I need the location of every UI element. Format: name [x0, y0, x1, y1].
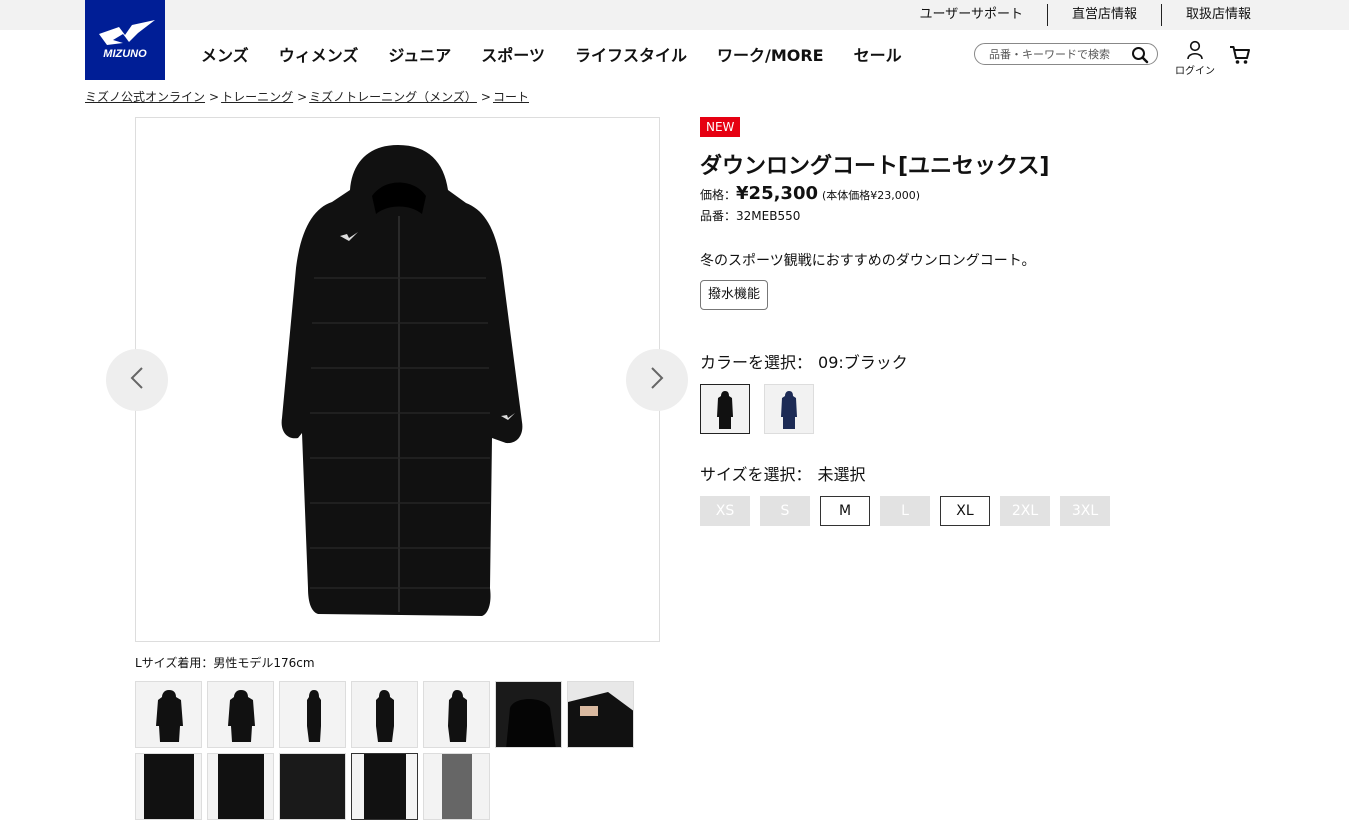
breadcrumb-training[interactable]: トレーニング: [221, 90, 293, 104]
size-3xl[interactable]: 3XL: [1060, 496, 1110, 526]
search-input[interactable]: [989, 46, 1124, 62]
breadcrumb-home[interactable]: ミズノ公式オンライン: [85, 90, 205, 104]
thumbnail-2[interactable]: [207, 681, 274, 748]
nav-work-more[interactable]: ワーク/MORE: [702, 42, 839, 66]
color-label: カラーを選択：: [700, 353, 813, 372]
breadcrumb-coat[interactable]: コート: [493, 90, 529, 104]
thumbnail-10[interactable]: [279, 753, 346, 820]
search-icon[interactable]: [1131, 46, 1149, 68]
login-button[interactable]: ログイン: [1174, 40, 1216, 77]
main-product-image[interactable]: [135, 117, 660, 642]
thumbnail-1[interactable]: [135, 681, 202, 748]
breadcrumb: ミズノ公式オンライン > トレーニング > ミズノトレーニング（メンズ） > コート: [85, 90, 529, 104]
new-badge: NEW: [700, 117, 741, 137]
model-size-caption: Lサイズ着用：男性モデル176cm: [135, 656, 315, 670]
thumbnail-7[interactable]: [567, 681, 634, 748]
main-nav: メンズ ウィメンズ ジュニア スポーツ ライフスタイル ワーク/MORE セール: [186, 40, 917, 68]
thumbnail-6[interactable]: [495, 681, 562, 748]
breadcrumb-mizuno-training-mens[interactable]: ミズノトレーニング（メンズ）: [309, 90, 477, 104]
price-before-tax: (本体価格¥23,000): [822, 189, 921, 202]
price-label: 価格：: [700, 188, 737, 202]
selected-size: 未選択: [817, 465, 866, 484]
size-selector-label: サイズを選択： 未選択: [700, 461, 866, 485]
feature-tag[interactable]: 撥水機能: [700, 280, 769, 310]
login-label: ログイン: [1175, 66, 1215, 77]
size-2xl[interactable]: 2XL: [1000, 496, 1050, 526]
chevron-left-icon: [129, 366, 145, 394]
nav-sports[interactable]: スポーツ: [466, 42, 560, 66]
size-m[interactable]: M: [820, 496, 870, 526]
search-box: [974, 43, 1158, 65]
nav-lifestyle[interactable]: ライフスタイル: [560, 42, 702, 66]
color-swatch-navy[interactable]: [764, 384, 814, 434]
utility-links: ユーザーサポート 直営店情報 取扱店情報: [895, 0, 1251, 30]
size-options: XS S M L XL 2XL 3XL: [700, 496, 1120, 526]
svg-text:MIZUNO: MIZUNO: [103, 48, 147, 60]
thumbnail-5[interactable]: [423, 681, 490, 748]
product-sku: 品番：32MEB550: [700, 209, 801, 223]
retailer-link[interactable]: 取扱店情報: [1160, 4, 1251, 26]
thumbnail-3[interactable]: [279, 681, 346, 748]
thumbnail-9[interactable]: [207, 753, 274, 820]
price-block: 価格：¥25,300 (本体価格¥23,000): [700, 183, 920, 204]
down-coat-image: [281, 145, 523, 616]
nav-womens[interactable]: ウィメンズ: [264, 42, 374, 66]
thumbnail-12[interactable]: [423, 753, 490, 820]
nav-junior[interactable]: ジュニア: [373, 42, 466, 66]
product-title: ダウンロングコート[ユニセックス]: [700, 154, 1050, 179]
thumbnail-4[interactable]: [351, 681, 418, 748]
size-xs[interactable]: XS: [700, 496, 750, 526]
nav-sale[interactable]: セール: [839, 42, 917, 66]
price-value: ¥25,300: [736, 183, 818, 204]
size-l[interactable]: L: [880, 496, 930, 526]
selected-color: 09:ブラック: [818, 353, 908, 372]
prev-image-button[interactable]: [106, 349, 168, 411]
size-s[interactable]: S: [760, 496, 810, 526]
direct-store-link[interactable]: 直営店情報: [1046, 4, 1161, 26]
cart-icon: [1229, 46, 1251, 69]
color-selector-label: カラーを選択： 09:ブラック: [700, 349, 908, 373]
mizuno-logo[interactable]: MIZUNO: [85, 0, 165, 80]
chevron-right-icon: [649, 366, 665, 394]
size-xl[interactable]: XL: [940, 496, 990, 526]
thumbnail-11[interactable]: [351, 753, 418, 820]
color-swatch-black[interactable]: [700, 384, 750, 434]
cart-button[interactable]: [1229, 45, 1251, 69]
product-description: 冬のスポーツ観戦におすすめのダウンロングコート。: [700, 253, 1036, 269]
user-support-link[interactable]: ユーザーサポート: [895, 4, 1046, 26]
nav-mens[interactable]: メンズ: [186, 42, 264, 66]
mizuno-runbird-logo: MIZUNO: [99, 20, 155, 60]
thumbnail-gallery: [135, 681, 634, 820]
size-label: サイズを選択：: [700, 465, 812, 484]
color-swatches: [700, 384, 828, 434]
thumbnail-8[interactable]: [135, 753, 202, 820]
next-image-button[interactable]: [626, 349, 688, 411]
top-utility-bar: ユーザーサポート 直営店情報 取扱店情報: [0, 0, 1349, 30]
